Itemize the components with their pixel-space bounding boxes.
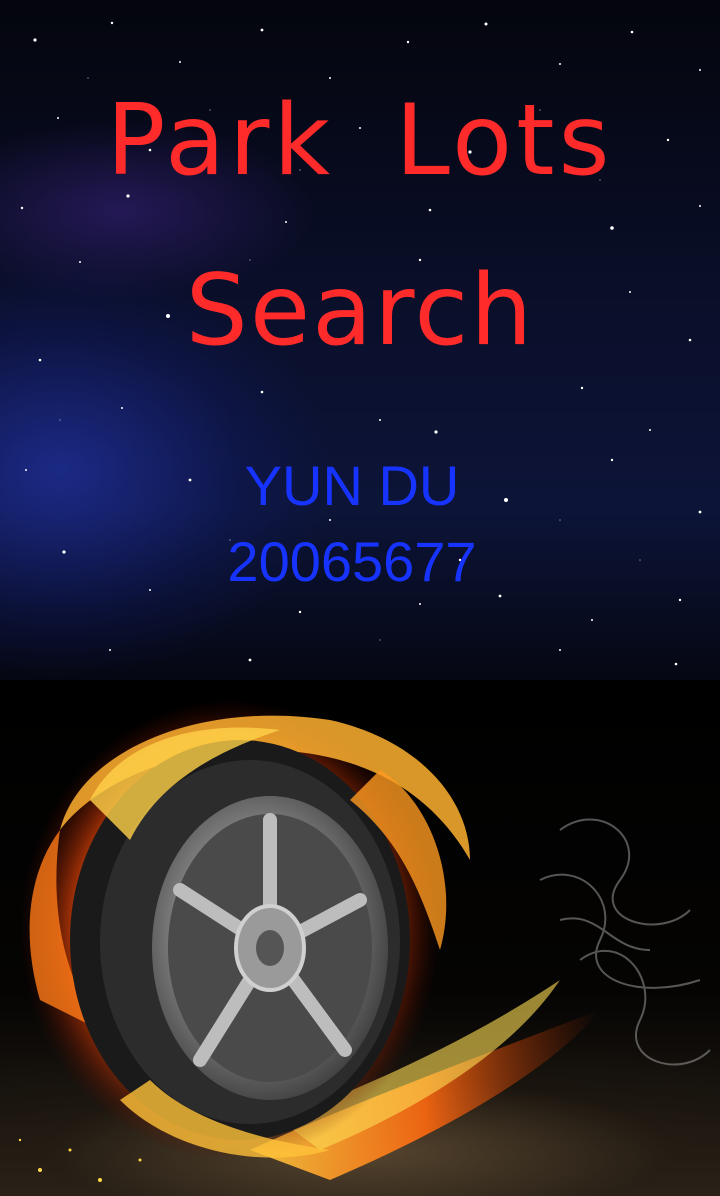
app-title-line1: Park Lots xyxy=(106,84,614,198)
starfield-background: Park Lots Search YUN DU 20065677 xyxy=(0,0,720,680)
author-name: YUN DU xyxy=(244,454,460,517)
student-id: 20065677 xyxy=(227,530,477,593)
flaming-wheel-icon xyxy=(18,700,711,1182)
splash-screen: Park Lots Search YUN DU 20065677 xyxy=(0,0,720,1196)
app-title-line2: Search xyxy=(185,254,535,368)
flaming-wheel-artwork xyxy=(0,680,720,1196)
